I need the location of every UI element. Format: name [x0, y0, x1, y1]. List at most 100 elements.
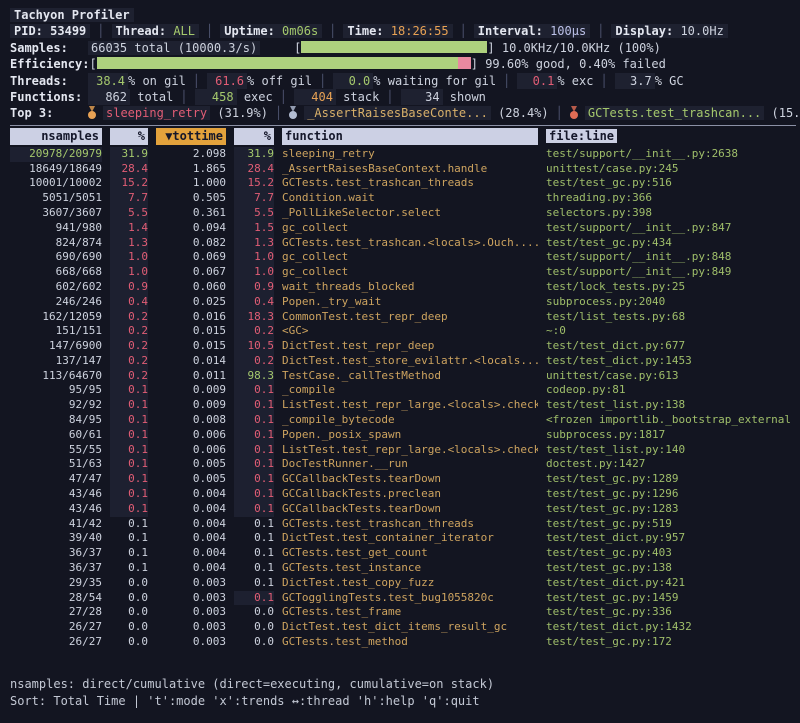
- cell-function: TestCase._callTestMethod: [282, 369, 538, 384]
- efficiency-label: Efficiency:: [10, 56, 89, 72]
- cell-file-line: test/test_dict.py:957: [546, 531, 796, 546]
- cell-function: GCCallbackTests.tearDown: [282, 502, 538, 517]
- col-header-direct-pct[interactable]: %: [110, 128, 148, 145]
- cell-nsamples: 43/46: [10, 487, 102, 502]
- cell-function: DictTest.test_dict_items_result_gc: [282, 620, 538, 635]
- table-row: 36/37 0.1 0.004 0.1 GCTests.test_get_cou…: [10, 546, 796, 561]
- cell-nsamples: 36/37: [10, 546, 102, 561]
- cell-file-line: doctest.py:1427: [546, 457, 796, 472]
- cell-cumulative-pct: 0.1: [234, 561, 274, 576]
- cell-file-line: <frozen importlib._bootstrap_external: [546, 413, 796, 428]
- cell-function: DictTest.test_repr_deep: [282, 339, 538, 354]
- top3-percent: (15.2%): [772, 106, 800, 120]
- top3-percent: (31.9%): [217, 106, 268, 120]
- cell-nsamples: 26/27: [10, 635, 102, 650]
- cell-file-line: unittest/case.py:245: [546, 162, 796, 177]
- cell-direct-pct: 5.5: [110, 206, 148, 221]
- cell-file-line: test/support/__init__.py:847: [546, 221, 796, 236]
- footer-keybindings: Sort: Total Time | 't':mode 'x':trends ↔…: [10, 693, 800, 710]
- cell-tottime: 0.003: [156, 620, 226, 635]
- cell-nsamples: 84/95: [10, 413, 102, 428]
- cell-nsamples: 602/602: [10, 280, 102, 295]
- medal-icon: [88, 106, 97, 119]
- table-row: 162/12059 0.2 0.016 18.3 CommonTest.test…: [10, 310, 796, 325]
- thread-stat-value: 61.6: [207, 73, 247, 89]
- cell-direct-pct: 7.7: [110, 191, 148, 206]
- cell-file-line: test/test_gc.py:516: [546, 176, 796, 191]
- cell-function: DocTestRunner.__run: [282, 457, 538, 472]
- cell-tottime: 0.094: [156, 221, 226, 236]
- thread-group[interactable]: Thread: ALL: [112, 24, 200, 38]
- cell-file-line: test/test_dict.py:1432: [546, 620, 796, 635]
- cell-file-line: selectors.py:398: [546, 206, 796, 221]
- cell-file-line: test/test_list.py:138: [546, 398, 796, 413]
- cell-direct-pct: 0.2: [110, 339, 148, 354]
- cell-direct-pct: 0.1: [110, 546, 148, 561]
- cell-cumulative-pct: 0.1: [234, 413, 274, 428]
- cell-direct-pct: 1.0: [110, 265, 148, 280]
- cell-tottime: 0.003: [156, 591, 226, 606]
- samples-bar-bracket-close: ]: [487, 41, 494, 55]
- table-row: 668/668 1.0 0.067 1.0 gc_collect test/su…: [10, 265, 796, 280]
- efficiency-bar-failed: [458, 57, 470, 69]
- thread-stat-suffix: % waiting for gil: [373, 74, 496, 88]
- cell-function: <GC>: [282, 324, 538, 339]
- cell-file-line: test/test_gc.py:1283: [546, 502, 796, 517]
- cell-tottime: 0.004: [156, 502, 226, 517]
- table-row: 51/63 0.1 0.005 0.1 DocTestRunner.__run …: [10, 457, 796, 472]
- cell-direct-pct: 0.2: [110, 310, 148, 325]
- efficiency-bar-bracket-close: ]: [471, 57, 478, 71]
- cell-function: sleeping_retry: [282, 147, 538, 162]
- cell-cumulative-pct: 7.7: [234, 191, 274, 206]
- col-header-function[interactable]: function: [282, 128, 538, 145]
- function-stat: │34 shown: [379, 90, 486, 104]
- table-row: 5051/5051 7.7 0.505 7.7 Condition.wait t…: [10, 191, 796, 206]
- cell-tottime: 0.009: [156, 398, 226, 413]
- cell-cumulative-pct: 0.2: [234, 354, 274, 369]
- function-stat: │458 exec: [173, 90, 272, 104]
- threads-stats: │38.4% on gil│61.6% off gil│0.0% waiting…: [88, 74, 684, 88]
- cell-tottime: 0.005: [156, 472, 226, 487]
- cell-nsamples: 55/55: [10, 443, 102, 458]
- cell-cumulative-pct: 0.1: [234, 517, 274, 532]
- cell-nsamples: 28/54: [10, 591, 102, 606]
- cell-file-line: test/test_list.py:140: [546, 443, 796, 458]
- cell-nsamples: 690/690: [10, 250, 102, 265]
- thread-stat-value: 3.7: [615, 73, 655, 89]
- table-row: 10001/10002 15.2 1.000 15.2 GCTests.test…: [10, 176, 796, 191]
- cell-cumulative-pct: 0.1: [234, 443, 274, 458]
- cell-function: DictTest.test_container_iterator: [282, 531, 538, 546]
- col-header-tottime-sorted[interactable]: ▼tottime: [156, 128, 226, 145]
- cell-function: _compile_bytecode: [282, 413, 538, 428]
- cell-function: GCCallbackTests.tearDown: [282, 472, 538, 487]
- col-header-cumulative-pct[interactable]: %: [234, 128, 274, 145]
- col-header-file-line[interactable]: file:line: [546, 128, 796, 145]
- samples-line: Samples:66035 total (10000.3/s)[] 10.0KH…: [10, 40, 800, 56]
- cell-direct-pct: 0.2: [110, 324, 148, 339]
- cell-nsamples: 941/980: [10, 221, 102, 236]
- cell-direct-pct: 0.1: [110, 443, 148, 458]
- time-value: 18:26:55: [391, 24, 449, 38]
- thread-stat: │3.7% GC: [593, 74, 683, 88]
- cell-cumulative-pct: 15.2: [234, 176, 274, 191]
- cell-tottime: 1.000: [156, 176, 226, 191]
- cell-tottime: 0.361: [156, 206, 226, 221]
- cell-nsamples: 3607/3607: [10, 206, 102, 221]
- cell-direct-pct: 0.1: [110, 487, 148, 502]
- cell-tottime: 0.006: [156, 428, 226, 443]
- col-header-nsamples[interactable]: nsamples: [10, 128, 102, 145]
- cell-file-line: test/test_dict.py:421: [546, 576, 796, 591]
- cell-cumulative-pct: 0.2: [234, 324, 274, 339]
- cell-direct-pct: 0.1: [110, 502, 148, 517]
- top3-function-name: sleeping_retry: [103, 106, 210, 120]
- table-row: 84/95 0.1 0.008 0.1 _compile_bytecode <f…: [10, 413, 796, 428]
- cell-cumulative-pct: 1.3: [234, 236, 274, 251]
- cell-direct-pct: 0.0: [110, 635, 148, 650]
- efficiency-bar-good: [97, 57, 459, 69]
- samples-bar-bracket-open: [: [294, 41, 301, 55]
- cell-nsamples: 668/668: [10, 265, 102, 280]
- efficiency-bar-bracket-open: [: [89, 57, 96, 71]
- cell-function: Popen._try_wait: [282, 295, 538, 310]
- cell-cumulative-pct: 0.1: [234, 383, 274, 398]
- cell-cumulative-pct: 0.1: [234, 457, 274, 472]
